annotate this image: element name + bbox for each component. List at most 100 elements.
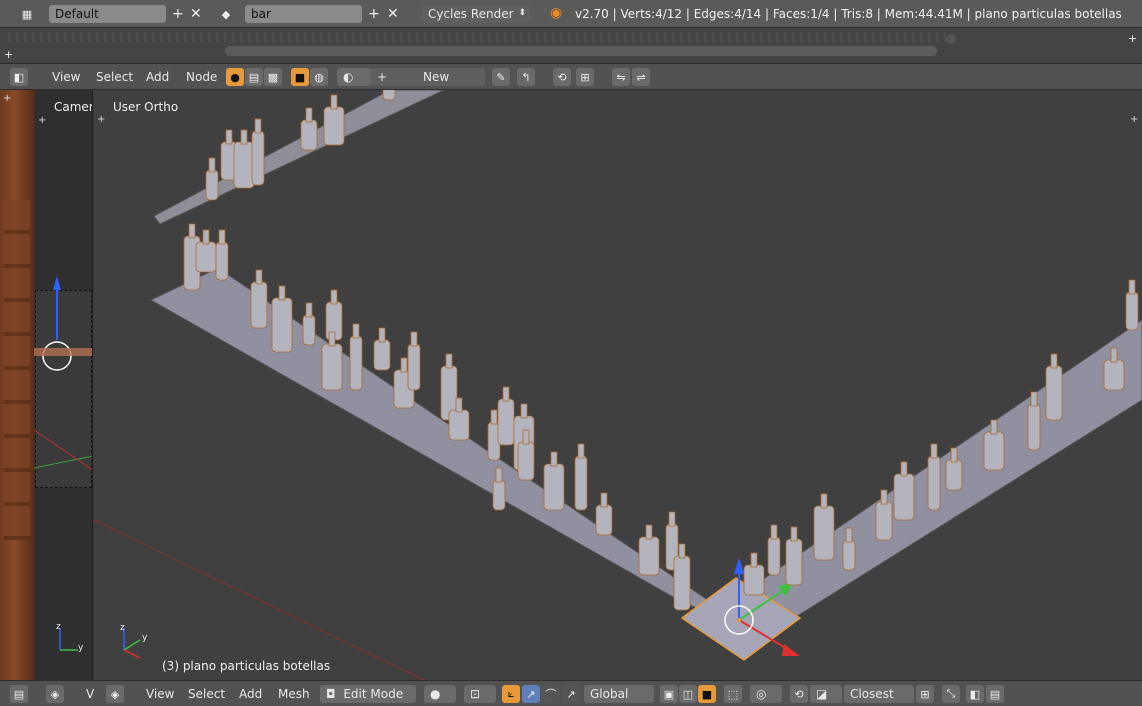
- bottle: [302, 302, 316, 346]
- screen-layout-field[interactable]: Default: [49, 5, 166, 23]
- info-header: ▦ Default + ✕ ◆ bar + ✕ Cycles Render ⬍ …: [0, 0, 1142, 28]
- snap-align-icon[interactable]: ⊞: [916, 685, 934, 703]
- remove-scene-icon[interactable]: ✕: [387, 7, 399, 21]
- shader-nodes-icon[interactable]: ●: [226, 68, 244, 86]
- add-layout-icon[interactable]: +: [172, 7, 184, 21]
- snap-element-dropdown[interactable]: ◪: [810, 685, 842, 703]
- plus-icon: +: [377, 70, 388, 84]
- timeline-plus-icon[interactable]: +: [4, 48, 13, 62]
- add-scene-icon[interactable]: +: [368, 7, 380, 21]
- opengl-render-icon[interactable]: ◧: [966, 685, 984, 703]
- orientation-label: Global: [590, 687, 629, 701]
- snap-toggle-icon[interactable]: ⟲: [553, 68, 571, 86]
- scene-statistics: v2.70 | Verts:4/12 | Edges:4/14 | Faces:…: [575, 7, 1122, 21]
- render-engine-label: Cycles Render: [428, 7, 514, 21]
- timeline-ruler: [8, 32, 948, 42]
- view-menu-mesh[interactable]: Mesh: [278, 687, 310, 701]
- translate-manipulator-icon[interactable]: ↗: [522, 685, 540, 703]
- material-sphere-icon: ◐: [343, 70, 354, 84]
- bottle: [233, 129, 255, 189]
- shelf-top: [153, 90, 445, 225]
- bottle: [205, 157, 219, 201]
- snap-project-icon[interactable]: ⤡: [942, 685, 960, 703]
- bottle: [1125, 279, 1139, 331]
- opengl-animation-icon[interactable]: ▤: [986, 685, 1004, 703]
- scroll-handle[interactable]: [946, 34, 956, 44]
- camera-view-panel[interactable]: + Camera + y z: [0, 90, 93, 680]
- vertex-select-icon[interactable]: ▣: [660, 685, 678, 703]
- render-engine-dropdown[interactable]: Cycles Render ⬍: [422, 5, 530, 23]
- view-menu-add[interactable]: Add: [239, 687, 262, 701]
- parent-node-tree-icon[interactable]: ↰: [517, 68, 535, 86]
- pivot-icon: ⊡: [470, 687, 481, 701]
- snap-element-icon[interactable]: ⊞: [576, 68, 594, 86]
- bottle: [251, 118, 265, 186]
- editor-type-icon[interactable]: ▦: [18, 5, 36, 23]
- paste-nodes-icon[interactable]: ⇌: [632, 68, 650, 86]
- node-editor-type-icon[interactable]: ◧: [10, 68, 28, 86]
- blender-logo-icon: ◉: [550, 5, 563, 21]
- object-shader-icon[interactable]: ■: [291, 68, 309, 86]
- orientation-dropdown[interactable]: Global: [584, 685, 654, 703]
- node-menu-node[interactable]: Node: [186, 70, 217, 84]
- snap-target-dropdown[interactable]: Closest: [844, 685, 914, 703]
- bottle: [195, 229, 217, 273]
- compositing-nodes-icon[interactable]: ▤: [245, 68, 263, 86]
- node-menu-view[interactable]: View: [52, 70, 80, 84]
- left-editor-type-icon[interactable]: ▤: [10, 685, 28, 703]
- limit-to-visible-icon[interactable]: ⬚: [724, 685, 742, 703]
- pin-icon[interactable]: ✎: [492, 68, 510, 86]
- bottle: [813, 493, 835, 561]
- 3d-viewport[interactable]: User Ortho + + z y (3) plano particulas …: [94, 90, 1142, 680]
- bottle: [323, 94, 345, 146]
- bottle: [927, 443, 941, 511]
- scene-icon[interactable]: ◆: [217, 5, 235, 23]
- timeline-strip[interactable]: + +: [0, 28, 1142, 64]
- bottle: [638, 524, 660, 576]
- shading-dropdown[interactable]: ●: [424, 685, 456, 703]
- bottle: [743, 552, 765, 596]
- bottle: [497, 386, 515, 446]
- edge-select-icon[interactable]: ◫: [679, 685, 697, 703]
- node-editor-header: ◧ View Select Add Node ● ▤ ▩ ■ ◍ ◐ + New ✎ …: [0, 64, 1142, 90]
- view-menu-view[interactable]: View: [146, 687, 174, 701]
- chevron-updown-icon: ⬍: [518, 8, 526, 18]
- node-menu-select[interactable]: Select: [96, 70, 133, 84]
- timeline-corner-plus-icon[interactable]: +: [1128, 32, 1137, 46]
- editor-type-icon-bottom[interactable]: ◈: [106, 685, 124, 703]
- bottle: [785, 526, 803, 586]
- view-menu-select[interactable]: Select: [188, 687, 225, 701]
- left-plus-icon[interactable]: +: [3, 93, 11, 104]
- new-material-label: New: [423, 70, 450, 84]
- face-select-icon[interactable]: ■: [698, 685, 716, 703]
- shelf-left: [149, 267, 753, 631]
- left-view-type-icon[interactable]: ◈: [46, 685, 64, 703]
- bottle: [373, 327, 391, 371]
- left-view-menu[interactable]: V: [86, 687, 94, 701]
- node-menu-add[interactable]: Add: [146, 70, 169, 84]
- camera-plus-icon[interactable]: +: [38, 115, 46, 126]
- rotate-manipulator-icon[interactable]: ⌒: [542, 685, 560, 703]
- copy-nodes-icon[interactable]: ⇋: [612, 68, 630, 86]
- mode-dropdown[interactable]: ◘ Edit Mode: [320, 685, 416, 703]
- scene-canvas: [94, 90, 1142, 680]
- scene-field[interactable]: bar: [245, 5, 362, 23]
- bottle-particles: [183, 90, 1139, 611]
- camera-gizmo-svg: [34, 276, 92, 470]
- scale-manipulator-icon[interactable]: ↗: [562, 685, 580, 703]
- world-shader-icon[interactable]: ◍: [310, 68, 328, 86]
- new-material-button[interactable]: + New: [371, 68, 485, 86]
- edit-mode-icon: ◘: [326, 687, 336, 701]
- snap-icon[interactable]: ⟲: [790, 685, 808, 703]
- pivot-dropdown[interactable]: ⊡: [464, 685, 496, 703]
- remove-layout-icon[interactable]: ✕: [190, 7, 202, 21]
- bottle: [1045, 353, 1063, 421]
- material-browse-button[interactable]: ◐: [337, 68, 371, 86]
- mode-label: Edit Mode: [343, 687, 404, 701]
- manipulator-toggle-icon[interactable]: ⟀: [502, 685, 520, 703]
- proportional-edit-dropdown[interactable]: ◎: [750, 685, 782, 703]
- bottle: [349, 323, 363, 391]
- bottle: [215, 229, 229, 281]
- texture-nodes-icon[interactable]: ▩: [264, 68, 282, 86]
- timeline-scrollbar[interactable]: [225, 46, 937, 56]
